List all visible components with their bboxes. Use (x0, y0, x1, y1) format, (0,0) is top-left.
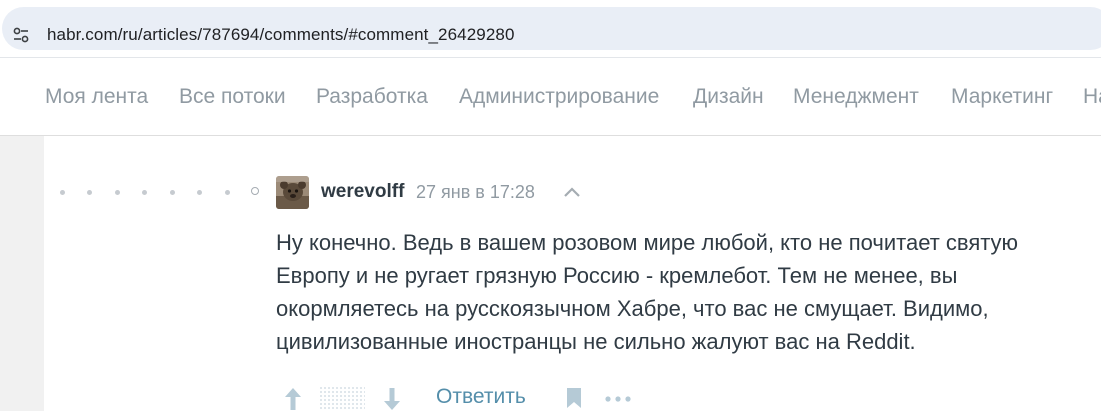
votes-hidden-icon (319, 386, 365, 410)
arrow-down-icon[interactable] (382, 386, 402, 412)
more-icon[interactable] (604, 394, 634, 404)
hub-more[interactable]: На (1083, 85, 1101, 109)
chevron-up-icon[interactable] (563, 185, 581, 199)
arrow-up-icon[interactable] (283, 386, 303, 412)
comment-line: Ну конечно. Ведь в вашем розовом мире лю… (276, 230, 1019, 255)
thread-dot (170, 190, 175, 195)
comment-line: Европу и не ругает грязную Россию - крем… (276, 263, 958, 288)
bookmark-icon[interactable] (565, 386, 583, 410)
reply-button[interactable]: Ответить (436, 385, 526, 409)
url-text[interactable]: habr.com/ru/articles/787694/comments/#co… (47, 25, 515, 45)
hub-management[interactable]: Менеджмент (793, 85, 919, 109)
browser-toolbar: habr.com/ru/articles/787694/comments/#co… (0, 0, 1101, 58)
address-bar[interactable]: habr.com/ru/articles/787694/comments/#co… (2, 7, 1101, 50)
hub-administration[interactable]: Администрирование (459, 85, 659, 109)
thread-dot (197, 190, 202, 195)
comment-body: Ну конечно. Ведь в вашем розовом мире лю… (276, 226, 1096, 358)
avatar[interactable] (276, 176, 309, 209)
thread-dot (60, 190, 65, 195)
comment-line: окормляетесь на русскоязычном Хабре, что… (276, 296, 989, 321)
comment-line: цивилизованные иностранцы не сильно жалу… (276, 329, 916, 354)
thread-dot (142, 190, 147, 195)
hub-my-feed[interactable]: Моя лента (45, 85, 148, 109)
left-gutter (0, 136, 44, 411)
thread-dot (115, 190, 120, 195)
hub-all-streams[interactable]: Все потоки (179, 85, 286, 109)
tune-icon[interactable] (12, 26, 30, 44)
comment-author[interactable]: werevolff (321, 181, 404, 203)
hub-development[interactable]: Разработка (316, 85, 428, 109)
thread-dot (225, 190, 230, 195)
comment-timestamp[interactable]: 27 янв в 17:28 (416, 182, 535, 203)
thread-dot (87, 190, 92, 195)
hub-design[interactable]: Дизайн (693, 85, 764, 109)
hubs-nav: Моя лента Все потоки Разработка Админист… (0, 58, 1101, 136)
hub-marketing[interactable]: Маркетинг (951, 85, 1053, 109)
thread-dot-current[interactable] (251, 187, 259, 195)
